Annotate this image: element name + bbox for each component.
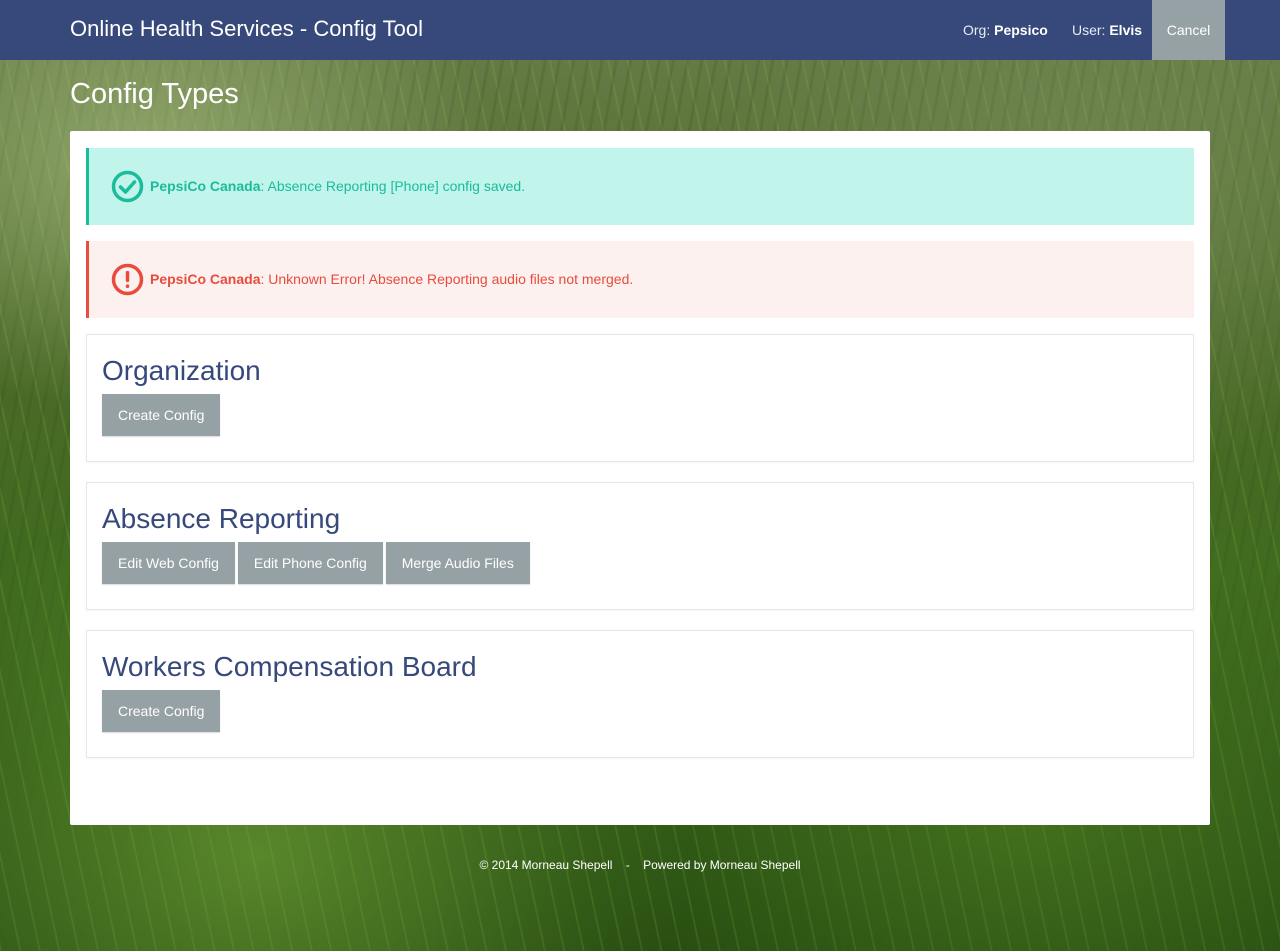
absence-reporting-actions: Edit Web Config Edit Phone Config Merge … [102,542,530,584]
error-alert: PepsiCo Canada: Unknown Error! Absence R… [86,241,1194,318]
section-title-absence-reporting: Absence Reporting [102,503,341,534]
app-title: Online Health Services - Config Tool [70,16,423,41]
success-alert-org: PepsiCo Canada [150,178,261,194]
error-alert-message: : Unknown Error! Absence Reporting audio… [260,271,634,287]
organization-actions: Create Config [102,394,221,436]
edit-phone-config-button[interactable]: Edit Phone Config [237,542,383,584]
section-absence-reporting: Absence Reporting Edit Web Config Edit P… [86,482,1194,610]
wcb-actions: Create Config [102,690,221,732]
user-indicator: User: Elvis [1072,22,1142,38]
section-title-workers-compensation-board: Workers Compensation Board [102,651,477,682]
footer: © 2014 Morneau Shepell - Powered by Morn… [0,858,1280,872]
user-label: User: [1072,22,1106,38]
main-panel: PepsiCo Canada: Absence Reporting [Phone… [70,131,1210,825]
error-alert-text: PepsiCo Canada: Unknown Error! Absence R… [150,271,633,287]
success-alert-message: : Absence Reporting [Phone] config saved… [260,178,526,194]
error-alert-org: PepsiCo Canada [150,271,261,287]
success-alert: PepsiCo Canada: Absence Reporting [Phone… [86,148,1194,225]
section-workers-compensation-board: Workers Compensation Board Create Config [86,630,1194,758]
organization-create-config-button[interactable]: Create Config [102,394,221,436]
cancel-button[interactable]: Cancel [1152,0,1225,60]
footer-powered-by: Powered by Morneau Shepell [643,858,801,872]
org-value: Pepsico [994,22,1048,38]
footer-separator: - [625,858,630,872]
org-label: Org: [963,22,991,38]
check-circle-icon [111,170,144,203]
section-organization: Organization Create Config [86,334,1194,462]
exclamation-circle-icon [111,263,144,296]
merge-audio-files-button[interactable]: Merge Audio Files [385,542,530,584]
page-title: Config Types [70,78,239,110]
success-alert-text: PepsiCo Canada: Absence Reporting [Phone… [150,178,525,194]
section-title-organization: Organization [102,355,261,386]
edit-web-config-button[interactable]: Edit Web Config [102,542,235,584]
top-navbar: Online Health Services - Config Tool Org… [0,0,1280,60]
footer-copyright: © 2014 Morneau Shepell [479,858,613,872]
wcb-create-config-button[interactable]: Create Config [102,690,221,732]
user-value: Elvis [1109,22,1143,38]
org-indicator: Org: Pepsico [963,22,1048,38]
